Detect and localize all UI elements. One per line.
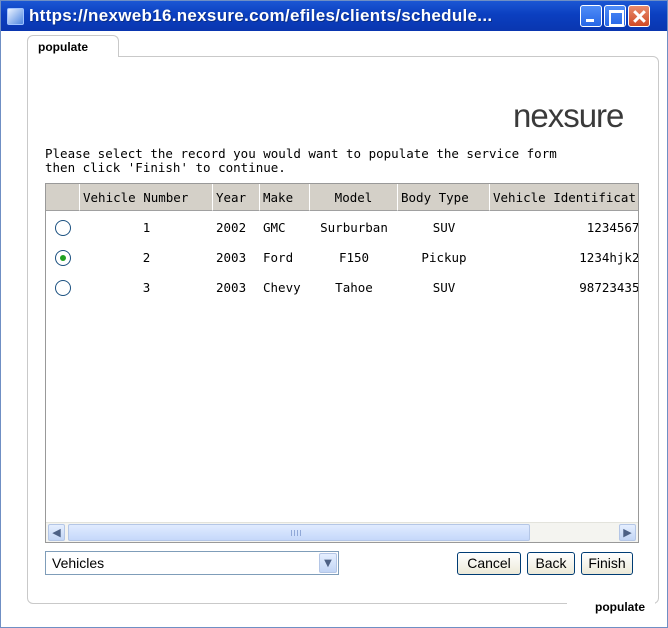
table-row[interactable]: 3 2003 Chevy Tahoe SUV 987234354 [46, 273, 639, 303]
year-cell: 2003 [216, 250, 247, 265]
body-type-cell: Pickup [421, 250, 467, 265]
column-header-model[interactable]: Model [310, 184, 398, 211]
make-cell: Chevy [263, 280, 301, 295]
row-3-radio[interactable] [55, 280, 71, 296]
horizontal-scrollbar[interactable]: ◀ ▶ [46, 522, 638, 542]
scroll-left-icon[interactable]: ◀ [48, 524, 65, 541]
vehicle-number-cell: 3 [142, 280, 151, 295]
nexsure-logo: nexsure [513, 97, 624, 134]
grid-header: Vehicle Number Year Make Model Body Type… [46, 184, 638, 211]
vehicle-number-cell: 2 [142, 250, 151, 265]
model-cell: Surburban [320, 220, 388, 235]
back-button[interactable]: Back [527, 552, 575, 575]
close-icon[interactable] [628, 5, 650, 27]
make-cell: Ford [263, 250, 294, 265]
ie-page-icon [7, 8, 24, 25]
year-cell: 2002 [216, 220, 247, 235]
year-cell: 2003 [216, 280, 247, 295]
table-row[interactable]: 2 2003 Ford F150 Pickup 1234hjk23 [46, 243, 639, 273]
vehicle-number-cell: 1 [142, 220, 151, 235]
make-cell: GMC [263, 220, 286, 235]
browser-popup-window: https://nexweb16.nexsure.com/efiles/clie… [0, 0, 668, 628]
scroll-right-icon[interactable]: ▶ [619, 524, 636, 541]
title-bar[interactable]: https://nexweb16.nexsure.com/efiles/clie… [1, 1, 667, 31]
column-header-year[interactable]: Year [213, 184, 260, 211]
select-value: Vehicles [52, 555, 105, 571]
scrollbar-thumb[interactable] [68, 524, 530, 541]
column-header-select [46, 184, 80, 211]
record-type-select[interactable]: Vehicles ▼ [45, 551, 339, 575]
column-header-body-type[interactable]: Body Type [398, 184, 490, 211]
maximize-icon[interactable] [604, 5, 626, 27]
vin-cell: 987234354 [579, 280, 639, 295]
column-header-vehicle-identification[interactable]: Vehicle Identificat [490, 184, 638, 211]
table-row[interactable]: 1 2002 GMC Surburban SUV 12345678 [46, 213, 639, 243]
column-header-make[interactable]: Make [260, 184, 310, 211]
vin-cell: 1234hjk23 [579, 250, 639, 265]
footer-populate-label: populate [567, 597, 655, 619]
row-2-radio[interactable] [55, 250, 71, 266]
minimize-icon[interactable] [580, 5, 602, 27]
row-1-radio[interactable] [55, 220, 71, 236]
window-title: https://nexweb16.nexsure.com/efiles/clie… [29, 6, 493, 25]
vehicle-records-grid: Vehicle Number Year Make Model Body Type… [45, 183, 639, 543]
model-cell: Tahoe [335, 280, 373, 295]
column-header-vehicle-number[interactable]: Vehicle Number [80, 184, 213, 211]
instructions-text: Please select the record you would want … [45, 147, 635, 175]
vin-cell: 12345678 [586, 220, 639, 235]
cancel-button[interactable]: Cancel [457, 552, 521, 575]
finish-button[interactable]: Finish [581, 552, 633, 575]
chevron-down-icon[interactable]: ▼ [319, 553, 337, 573]
body-type-cell: SUV [432, 220, 456, 235]
instructions-line-1: Please select the record you would want … [45, 146, 557, 161]
model-cell: F150 [338, 250, 370, 265]
tab-populate[interactable]: populate [27, 35, 119, 57]
body-type-cell: SUV [432, 280, 456, 295]
instructions-line-2: then click 'Finish' to continue. [45, 160, 286, 175]
